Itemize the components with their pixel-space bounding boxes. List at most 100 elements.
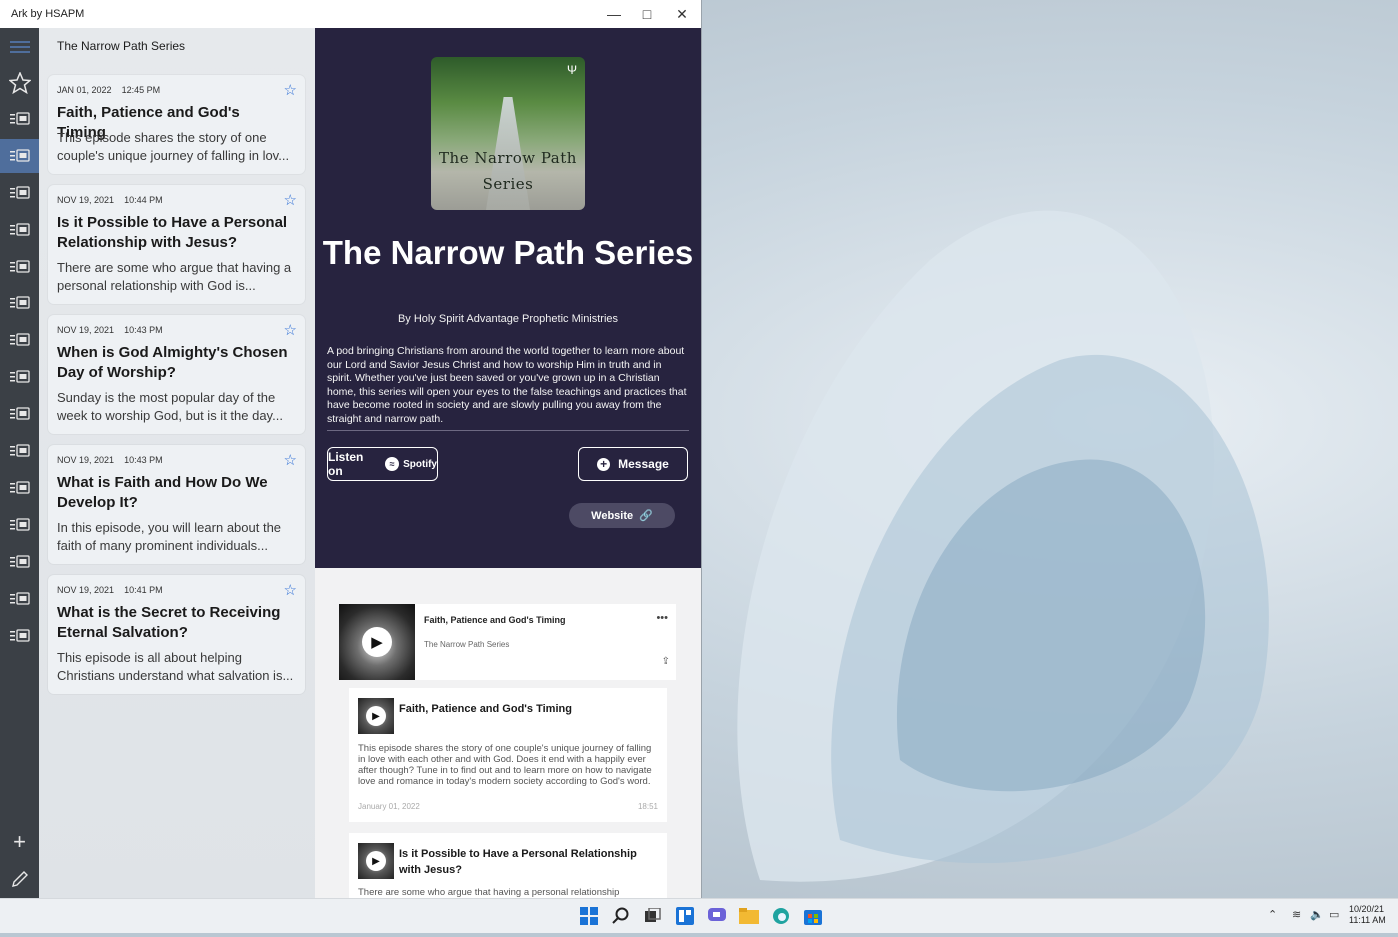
chevron-up-icon[interactable]: ⌃: [1268, 908, 1277, 921]
wifi-icon[interactable]: ≋: [1292, 908, 1301, 921]
share-icon[interactable]: ⇪: [662, 656, 670, 667]
episode-card[interactable]: NOV 19, 2021 10:44 PM ☆ Is it Possible t…: [48, 185, 305, 304]
play-icon[interactable]: ▶: [362, 627, 392, 657]
show-description: A pod bringing Christians from around th…: [327, 345, 687, 425]
link-icon: 🔗: [639, 510, 653, 522]
edit-pencil-icon[interactable]: [0, 862, 39, 896]
favorite-star-icon[interactable]: ☆: [284, 321, 297, 339]
message-button[interactable]: + Message: [578, 447, 688, 481]
feed-icon[interactable]: [0, 471, 39, 505]
store-icon[interactable]: [802, 905, 824, 927]
favorites-star-icon[interactable]: [0, 66, 39, 100]
episode-list: The Narrow Path Series JAN 01, 2022 12:4…: [39, 28, 315, 898]
chat-icon[interactable]: [706, 905, 728, 927]
episode-description: In this episode, you will learn about th…: [57, 520, 282, 553]
nav-rail: +: [0, 28, 39, 898]
minimize-button[interactable]: —: [597, 0, 631, 28]
feed-icon[interactable]: [0, 176, 39, 210]
clock-date: 10/20/21: [1349, 904, 1385, 914]
start-windows-icon[interactable]: [578, 905, 600, 927]
divider: [327, 430, 689, 431]
episode-title: Is it Possible to Have a Personal Relati…: [57, 214, 288, 251]
episode-description: This episode shares the story of one cou…: [57, 130, 290, 163]
feed-icon[interactable]: [0, 323, 39, 357]
battery-icon[interactable]: ▭: [1329, 908, 1339, 921]
play-icon[interactable]: ▶: [366, 851, 386, 871]
feed-icon[interactable]: [0, 619, 39, 653]
episode-card[interactable]: NOV 19, 2021 10:43 PM ☆ When is God Almi…: [48, 315, 305, 434]
show-author: By Holy Spirit Advantage Prophetic Minis…: [397, 313, 619, 325]
hamburger-menu-icon[interactable]: [0, 30, 39, 64]
spotify-icon: ≈: [385, 457, 400, 471]
website-label: Website: [591, 509, 634, 522]
add-icon[interactable]: +: [0, 825, 39, 859]
episode-thumbnail: ▶: [339, 604, 415, 680]
episode-description: Sunday is the most popular day of the we…: [57, 390, 283, 423]
more-options-icon[interactable]: •••: [656, 612, 668, 624]
widgets-icon[interactable]: [674, 905, 696, 927]
show-title: The Narrow Path Series: [322, 234, 694, 271]
listen-label: Listen on: [328, 450, 364, 478]
embed-episode-item[interactable]: ▶ Is it Possible to Have a Personal Rela…: [349, 833, 667, 898]
episode-datetime: NOV 19, 2021 10:44 PM: [57, 195, 163, 205]
episode-description: This episode is all about helping Christ…: [57, 650, 294, 683]
clock-time: 11:11 AM: [1349, 915, 1386, 925]
search-icon[interactable]: [610, 905, 632, 927]
embed-episode-duration: 18:51: [637, 802, 658, 811]
favorite-star-icon[interactable]: ☆: [284, 451, 297, 469]
feed-icon[interactable]: [0, 250, 39, 284]
episode-title: What is Faith and How Do We Develop It?: [57, 474, 268, 511]
feed-icon[interactable]: [0, 213, 39, 247]
title-bar: Ark by HSAPM — □ ✕: [0, 0, 701, 29]
episode-card[interactable]: JAN 01, 2022 12:45 PM ☆ Faith, Patience …: [48, 75, 305, 174]
app-window: Ark by HSAPM — □ ✕ + The Narrow Path Ser…: [0, 0, 702, 898]
episode-description: There are some who argue that having a p…: [57, 260, 292, 293]
feed-icon[interactable]: [0, 139, 39, 173]
maximize-button[interactable]: □: [630, 0, 664, 28]
show-detail-pane: Ψ The Narrow Path Series The Narrow Path…: [315, 28, 701, 898]
close-button[interactable]: ✕: [665, 0, 699, 28]
episode-datetime: NOV 19, 2021 10:43 PM: [57, 455, 163, 465]
task-view-icon[interactable]: [642, 905, 664, 927]
feed-icon[interactable]: [0, 397, 39, 431]
embed-episode-date: January 01, 2022: [358, 802, 420, 811]
episode-datetime: JAN 01, 2022 12:45 PM: [57, 85, 161, 95]
anchor-logo-icon: Ψ: [566, 63, 577, 77]
feed-icon[interactable]: [0, 360, 39, 394]
favorite-star-icon[interactable]: ☆: [284, 81, 297, 99]
edge-browser-icon[interactable]: [770, 905, 792, 927]
window-title: Ark by HSAPM: [11, 8, 85, 20]
episode-thumbnail: ▶: [358, 698, 394, 734]
feed-icon[interactable]: [0, 582, 39, 616]
episode-card[interactable]: NOV 19, 2021 10:41 PM ☆ What is the Secr…: [48, 575, 305, 694]
listen-on-spotify-button[interactable]: Listen on ≈ Spotify: [327, 447, 438, 481]
episode-title: When is God Almighty's Chosen Day of Wor…: [57, 344, 288, 381]
feed-icon[interactable]: [0, 286, 39, 320]
episode-thumbnail: ▶: [358, 843, 394, 879]
embed-episode-description: This episode shares the story of one cou…: [358, 743, 652, 787]
file-explorer-icon[interactable]: [738, 905, 760, 927]
plus-icon: +: [597, 457, 611, 471]
embed-episode-item[interactable]: ▶ Faith, Patience and God's Timing This …: [349, 688, 667, 822]
play-icon[interactable]: ▶: [366, 706, 386, 726]
feed-icon[interactable]: [0, 434, 39, 468]
favorite-star-icon[interactable]: ☆: [284, 581, 297, 599]
player-subtitle: The Narrow Path Series: [424, 640, 510, 649]
feed-icon[interactable]: [0, 545, 39, 579]
show-cover-art: Ψ The Narrow Path Series: [431, 57, 585, 210]
volume-icon[interactable]: 🔈: [1310, 908, 1324, 921]
message-label: Message: [618, 457, 669, 471]
embed-episode-title: Is it Possible to Have a Personal Relati…: [399, 848, 637, 876]
embedded-player: ▶ Faith, Patience and God's Timing The N…: [339, 604, 676, 680]
feed-icon[interactable]: [0, 102, 39, 136]
embed-episode-title: Faith, Patience and God's Timing: [399, 703, 572, 715]
taskbar: ⌃ ≋ 🔈 ▭ 10/20/21 11:11 AM: [0, 898, 1398, 933]
favorite-star-icon[interactable]: ☆: [284, 191, 297, 209]
website-button[interactable]: Website 🔗: [569, 503, 675, 528]
show-hero: Ψ The Narrow Path Series The Narrow Path…: [315, 28, 701, 568]
player-title: Faith, Patience and God's Timing: [424, 615, 566, 625]
feed-icon[interactable]: [0, 508, 39, 542]
episode-datetime: NOV 19, 2021 10:43 PM: [57, 325, 163, 335]
episode-card[interactable]: NOV 19, 2021 10:43 PM ☆ What is Faith an…: [48, 445, 305, 564]
tray-clock[interactable]: 10/20/21 11:11 AM: [1349, 904, 1386, 926]
